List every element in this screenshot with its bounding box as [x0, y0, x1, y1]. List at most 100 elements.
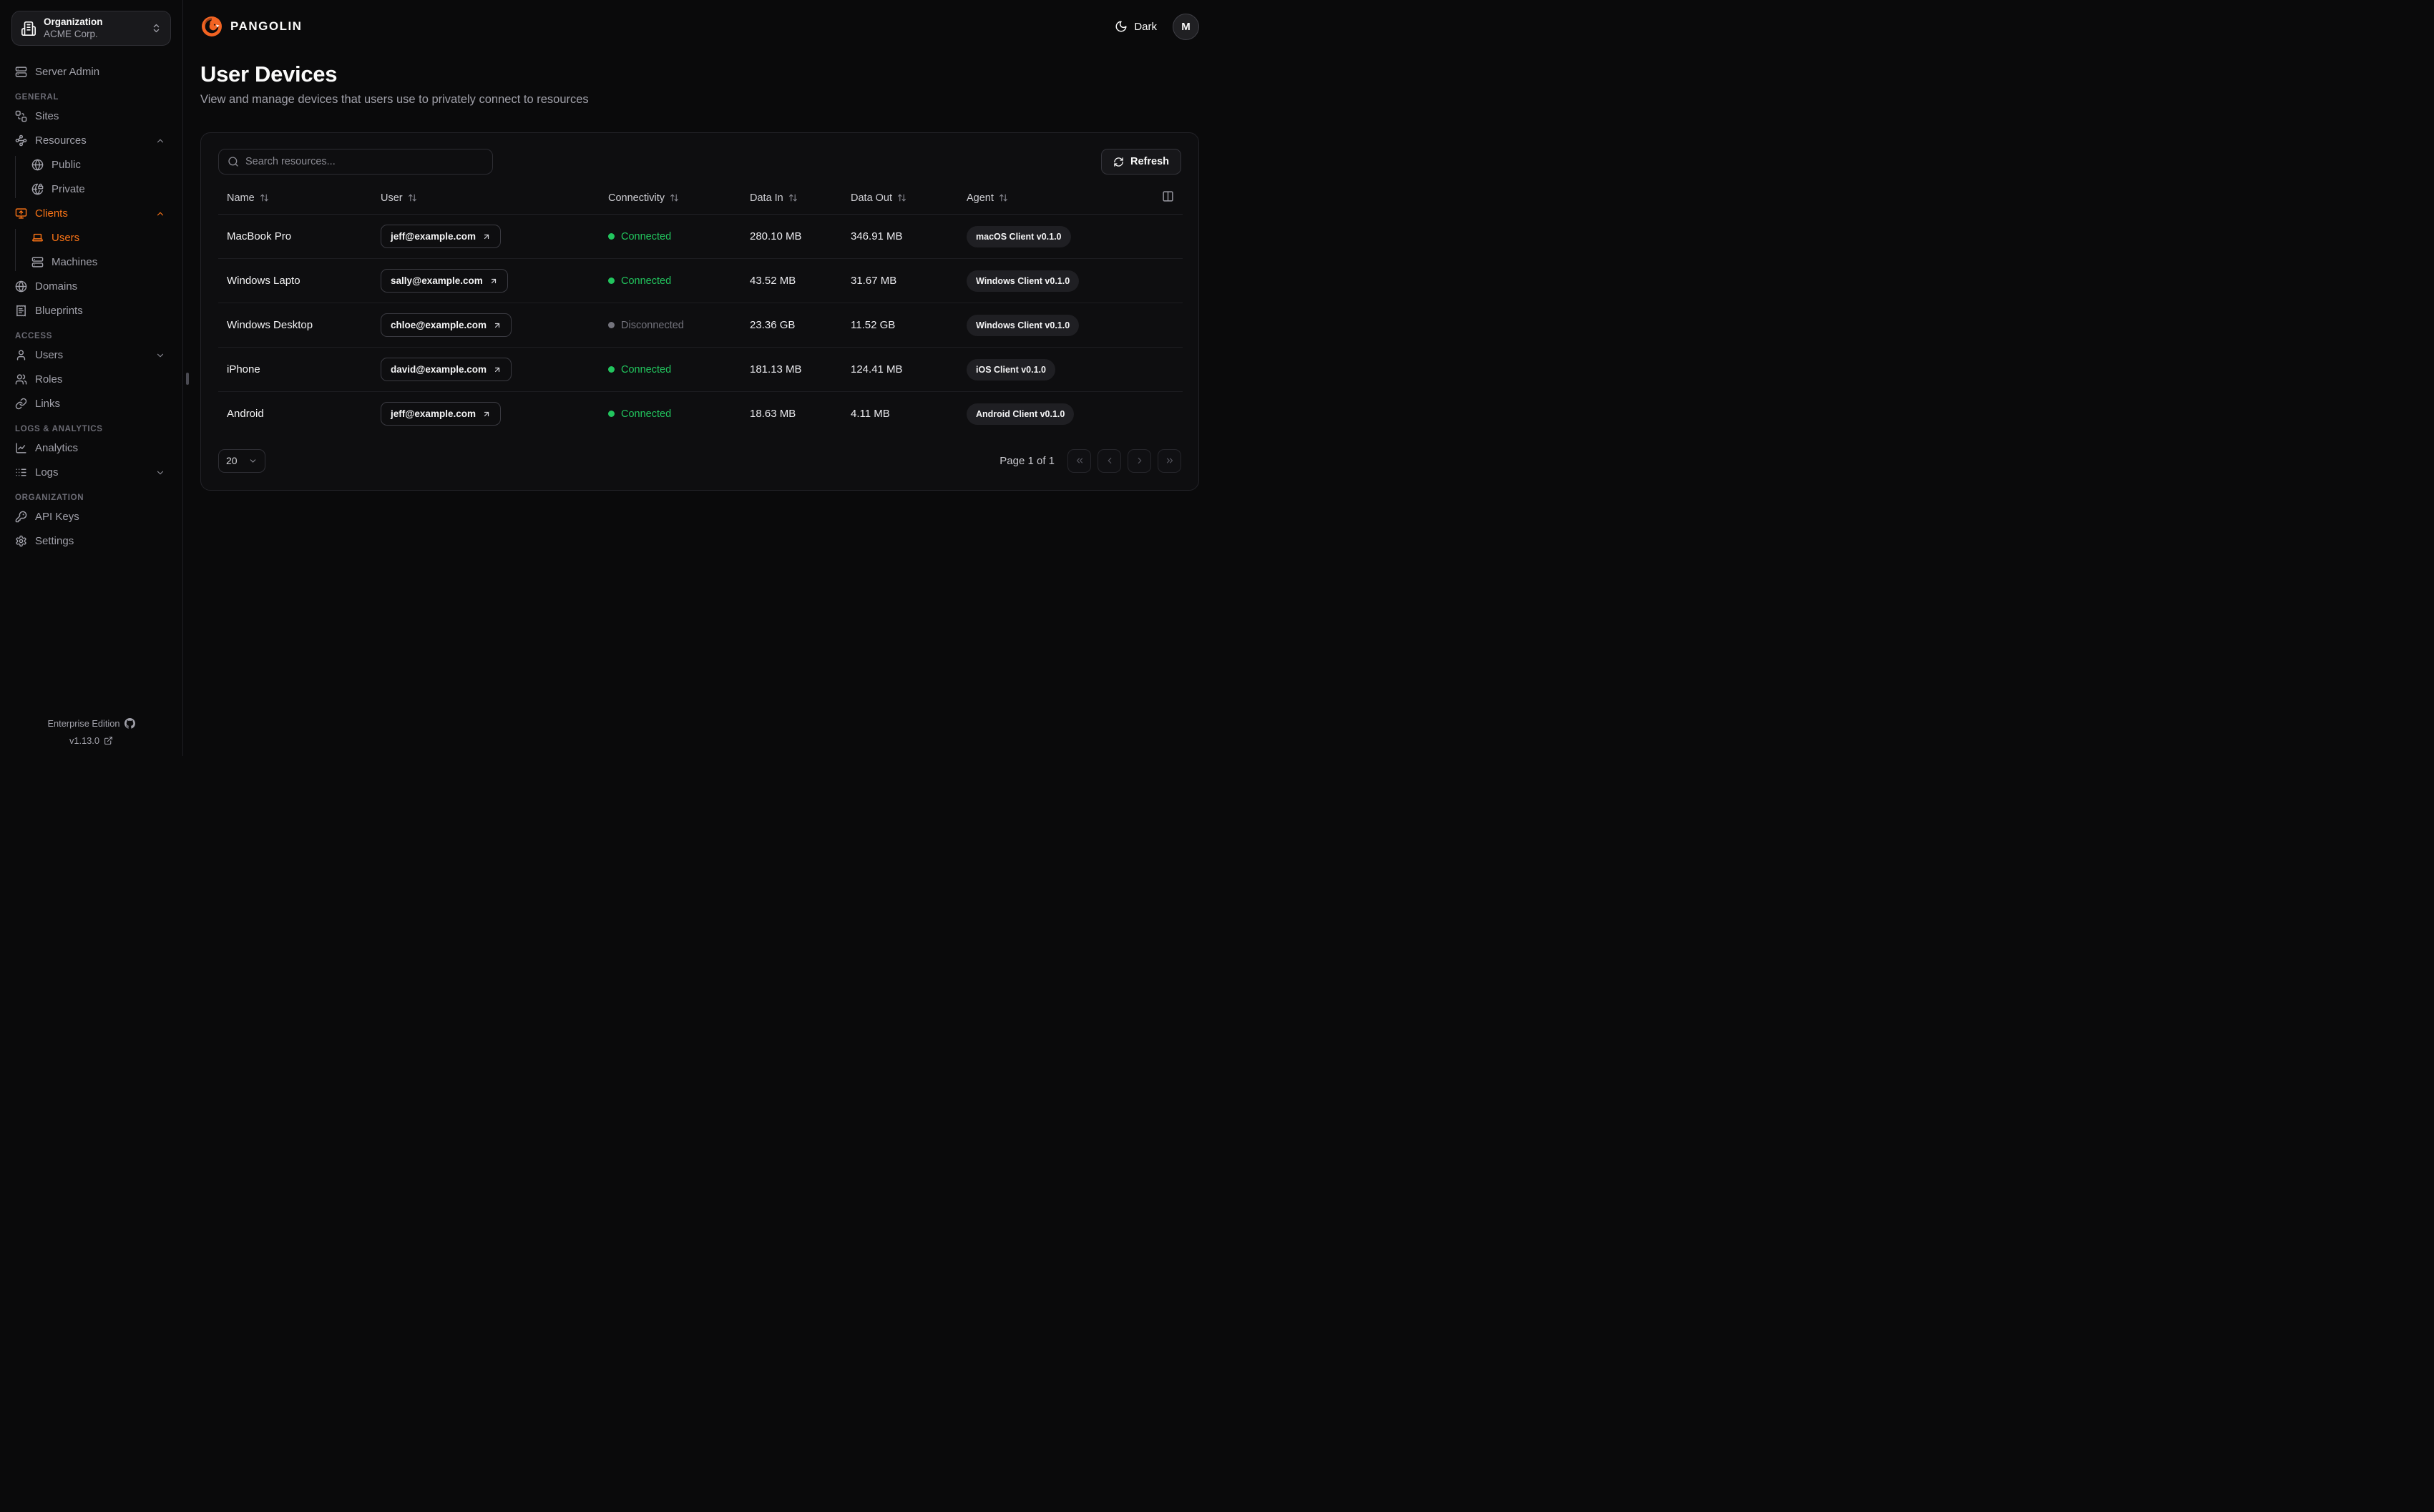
sidebar-item-label: Users: [52, 232, 80, 244]
external-link-icon: [104, 736, 113, 745]
sidebar-item-label: API Keys: [35, 511, 79, 523]
globe-lock-icon: [31, 183, 44, 195]
devices-card: Refresh Name User Connectivity Data In D…: [200, 132, 1199, 491]
building-icon: [21, 21, 36, 36]
search-box: [218, 149, 493, 175]
theme-label: Dark: [1134, 20, 1157, 33]
sort-icon: [788, 193, 798, 202]
chevron-up-icon[interactable]: [155, 209, 165, 219]
table-row: Android jeff@example.com Connected 18.63…: [218, 392, 1183, 436]
sidebar-item-label: Public: [52, 159, 81, 171]
brand-logo[interactable]: PANGOLIN: [200, 15, 302, 38]
user-link-button[interactable]: jeff@example.com: [381, 402, 501, 426]
table-row: Windows Desktop chloe@example.com Discon…: [218, 303, 1183, 348]
sidebar-item-label: Private: [52, 183, 85, 195]
arrow-up-right-icon: [482, 232, 491, 241]
column-header-agent[interactable]: Agent: [967, 192, 1008, 204]
link-icon: [15, 398, 27, 410]
sidebar-item-label: Logs: [35, 466, 59, 478]
next-page-button[interactable]: [1128, 448, 1151, 473]
page-size-select[interactable]: 20: [218, 448, 265, 473]
column-header-name[interactable]: Name: [227, 192, 269, 204]
column-header-data-in[interactable]: Data In: [750, 192, 798, 204]
version-link[interactable]: v1.13.0: [69, 735, 113, 746]
sidebar-item-clients-users[interactable]: Users: [31, 229, 165, 247]
sidebar-scrollbar-thumb[interactable]: [186, 373, 189, 385]
sidebar-item-resources[interactable]: Resources: [15, 132, 165, 149]
page-info: Page 1 of 1: [999, 454, 1055, 467]
table-row: iPhone david@example.com Connected 181.1…: [218, 347, 1183, 392]
brand-name: PANGOLIN: [230, 19, 303, 33]
laptop-icon: [31, 232, 44, 244]
edition-link[interactable]: Enterprise Edition: [47, 718, 135, 729]
first-page-button[interactable]: [1067, 448, 1091, 473]
column-header-data-out[interactable]: Data Out: [851, 192, 906, 204]
user-link-button[interactable]: jeff@example.com: [381, 225, 501, 248]
page-title: User Devices: [200, 62, 338, 87]
globe-icon: [15, 280, 27, 293]
sidebar-item-logs[interactable]: Logs: [15, 463, 165, 481]
sidebar-item-blueprints[interactable]: Blueprints: [15, 302, 165, 320]
sort-icon: [897, 193, 906, 202]
sidebar-item-api-keys[interactable]: API Keys: [15, 508, 165, 526]
device-name: iPhone: [218, 347, 372, 392]
avatar[interactable]: M: [1173, 13, 1199, 40]
last-page-button[interactable]: [1158, 448, 1181, 473]
user-link-button[interactable]: sally@example.com: [381, 269, 508, 293]
sidebar-item-label: Sites: [35, 110, 59, 122]
device-name: Windows Lapto: [218, 258, 372, 303]
sidebar-item-analytics[interactable]: Analytics: [15, 439, 165, 457]
page-subtitle: View and manage devices that users use t…: [200, 93, 589, 106]
chevron-down-icon[interactable]: [155, 350, 165, 360]
data-in-value: 280.10 MB: [741, 214, 842, 259]
refresh-icon: [1113, 157, 1124, 167]
pangolin-logo-icon: [200, 15, 223, 38]
data-in-value: 23.36 GB: [741, 303, 842, 348]
columns-toggle-button[interactable]: [1162, 190, 1174, 202]
data-out-value: 4.11 MB: [851, 408, 890, 421]
sidebar-item-public[interactable]: Public: [31, 156, 165, 174]
org-selector[interactable]: Organization ACME Corp.: [11, 11, 171, 46]
data-in-value: 181.13 MB: [741, 347, 842, 392]
column-header-user[interactable]: User: [381, 192, 417, 204]
status-dot: [608, 278, 615, 284]
user-link-button[interactable]: chloe@example.com: [381, 313, 512, 337]
agent-badge: Windows Client v0.1.0: [967, 314, 1080, 336]
gear-icon: [15, 535, 27, 547]
users-icon: [15, 373, 27, 386]
sidebar-item-machines[interactable]: Machines: [31, 253, 165, 271]
sidebar-item-users[interactable]: Users: [15, 346, 165, 364]
resources-subtree: Public Private: [15, 156, 165, 198]
sidebar-item-settings[interactable]: Settings: [15, 532, 165, 550]
search-input[interactable]: [245, 156, 484, 167]
sidebar-item-domains[interactable]: Domains: [15, 278, 165, 295]
chart-line-icon: [15, 442, 27, 454]
sidebar-item-links[interactable]: Links: [15, 395, 165, 413]
sidebar-item-private[interactable]: Private: [31, 180, 165, 198]
sidebar-item-label: Blueprints: [35, 305, 83, 317]
prev-page-button[interactable]: [1098, 448, 1121, 473]
refresh-button[interactable]: Refresh: [1101, 149, 1181, 175]
sidebar-item-label: Server Admin: [35, 66, 100, 78]
sidebar-item-clients[interactable]: Clients: [15, 205, 165, 222]
pager: Page 1 of 1: [999, 448, 1181, 473]
server-icon: [31, 256, 44, 268]
user-link-button[interactable]: david@example.com: [381, 358, 512, 381]
org-label: Organization: [44, 16, 103, 27]
sidebar-item-label: Clients: [35, 207, 68, 220]
agent-badge: macOS Client v0.1.0: [967, 225, 1071, 247]
device-name: Android: [227, 408, 264, 421]
column-header-connectivity[interactable]: Connectivity: [608, 192, 679, 204]
connectivity-status: Connected: [608, 231, 671, 242]
theme-toggle[interactable]: Dark: [1115, 20, 1157, 33]
chevron-up-icon[interactable]: [155, 136, 165, 146]
sort-icon: [999, 193, 1008, 202]
org-texts: Organization ACME Corp.: [44, 16, 144, 41]
data-in-value: 43.52 MB: [741, 258, 842, 303]
sidebar-item-roles[interactable]: Roles: [15, 370, 165, 388]
sidebar-item-server-admin[interactable]: Server Admin: [15, 63, 165, 81]
pager-buttons: [1067, 448, 1181, 473]
sidebar-item-sites[interactable]: Sites: [15, 107, 165, 125]
chevron-down-icon[interactable]: [155, 468, 165, 478]
table-header-row: Name User Connectivity Data In Data Out …: [218, 183, 1183, 215]
